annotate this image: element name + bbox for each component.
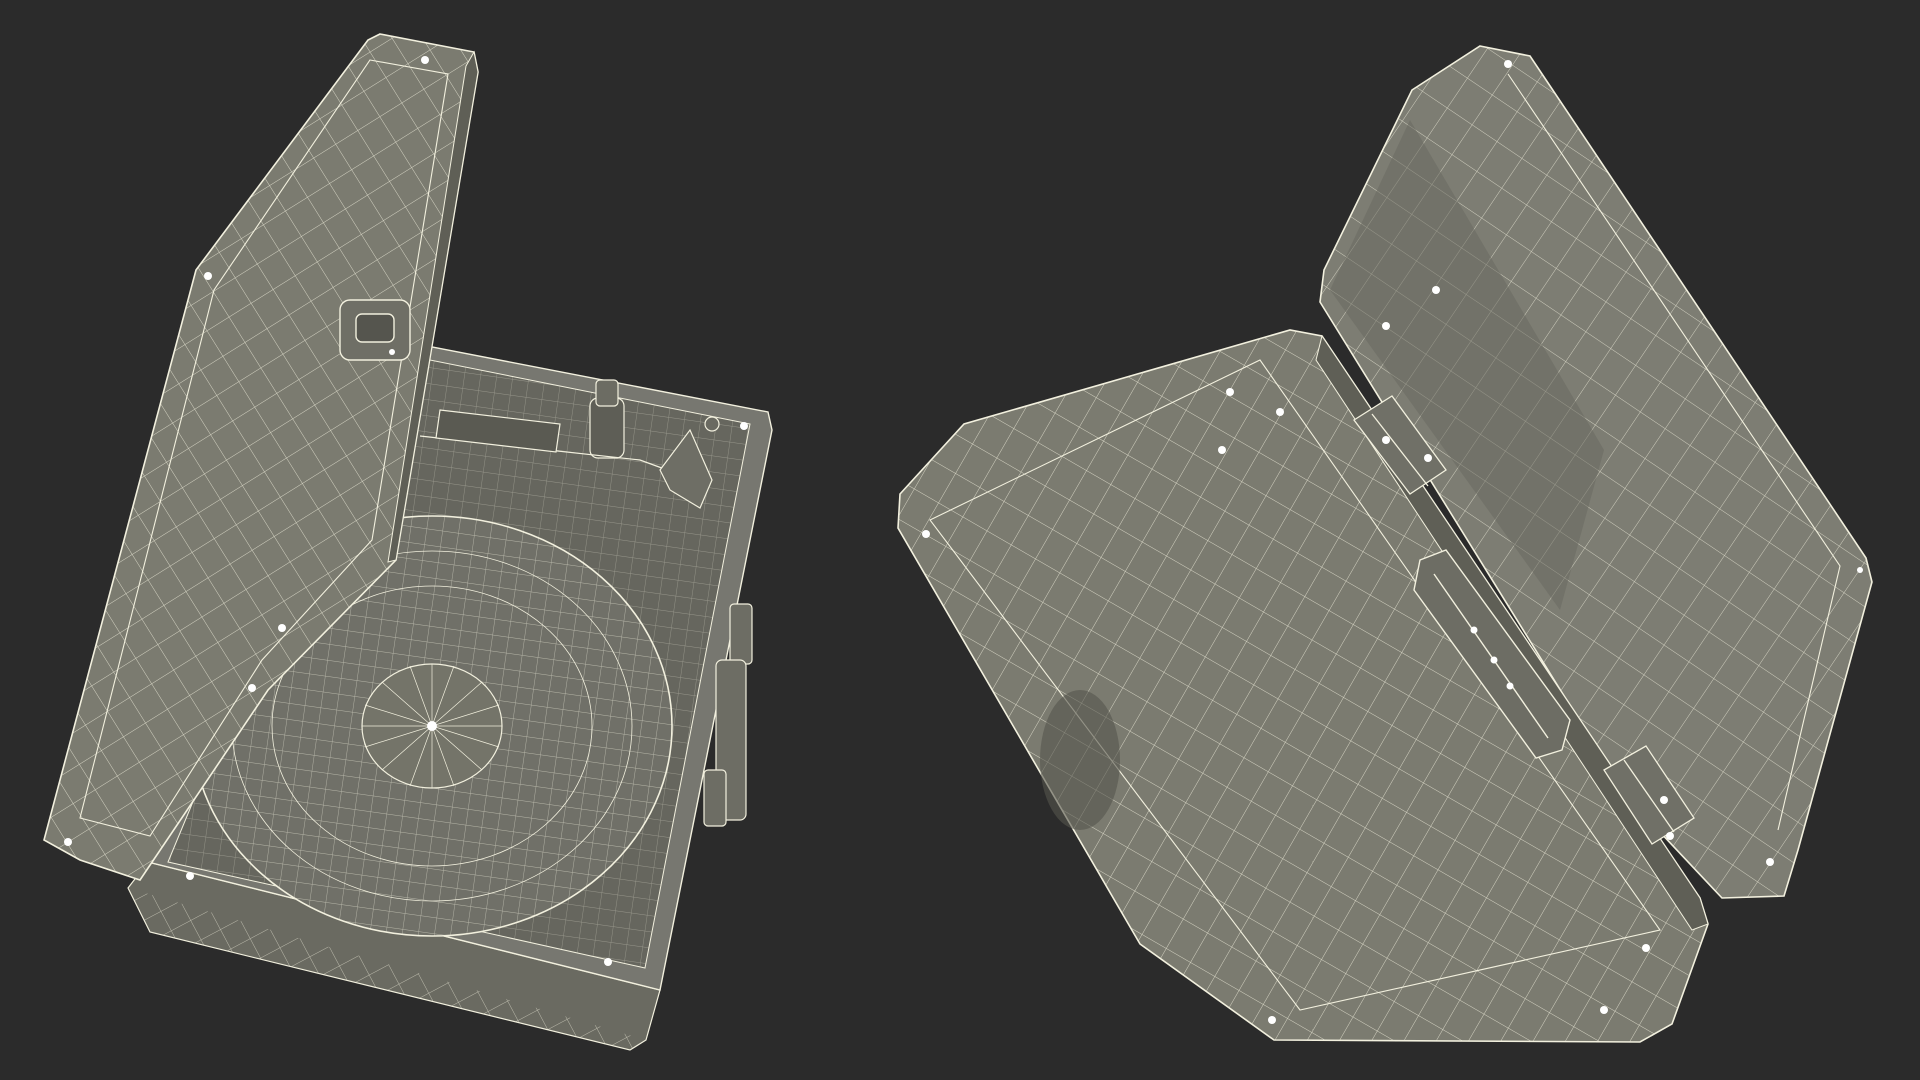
wireframe-render (43, 33, 1873, 1051)
render-viewport (0, 0, 1920, 1080)
closed-suitcase (897, 45, 1873, 1043)
open-turntable-case (43, 33, 773, 1051)
lid-latch (339, 299, 411, 361)
